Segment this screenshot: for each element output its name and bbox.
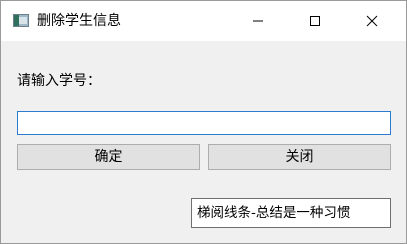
student-id-input[interactable] bbox=[17, 111, 391, 135]
maximize-icon bbox=[310, 16, 320, 26]
window-title: 删除学生信息 bbox=[37, 13, 121, 29]
title-bar[interactable]: 删除学生信息 bbox=[1, 1, 406, 41]
window-app-icon bbox=[13, 14, 29, 27]
maximize-button[interactable] bbox=[292, 1, 338, 41]
confirm-button[interactable]: 确定 bbox=[17, 144, 200, 170]
close-window-button[interactable] bbox=[349, 1, 395, 41]
close-button[interactable]: 关闭 bbox=[208, 144, 391, 170]
delete-student-window: 删除学生信息 请输入学号： 确定 关闭 梯阅线条-总结是一种习惯 bbox=[0, 0, 407, 244]
minimize-button[interactable] bbox=[235, 1, 281, 41]
minimize-icon bbox=[253, 20, 263, 22]
student-id-label: 请输入学号： bbox=[17, 73, 101, 89]
footer-slogan: 梯阅线条-总结是一种习惯 bbox=[191, 198, 391, 228]
close-icon bbox=[366, 15, 378, 27]
